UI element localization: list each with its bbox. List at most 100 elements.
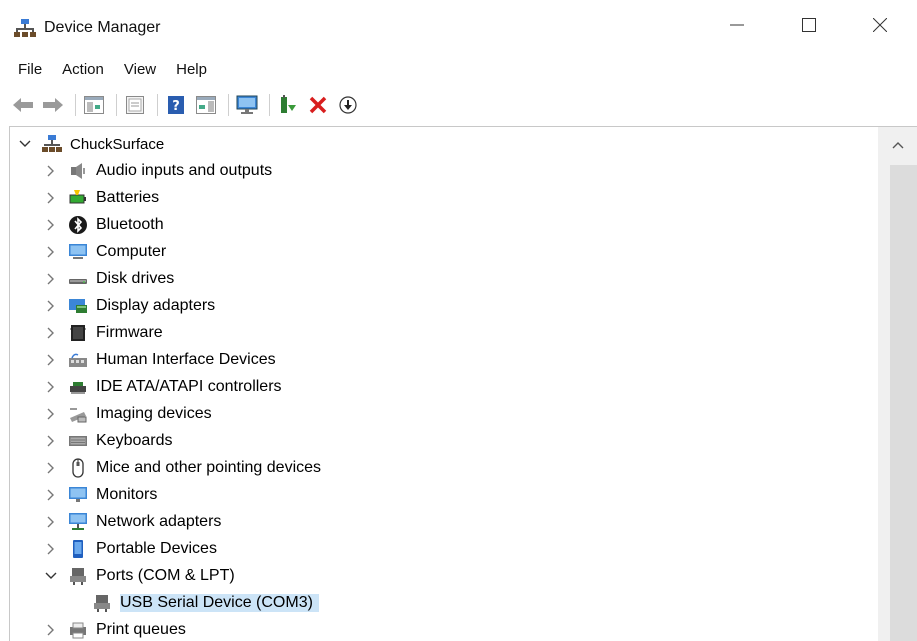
menu-action[interactable]: Action	[54, 57, 112, 82]
tree-category-label: Portable Devices	[96, 540, 217, 557]
action-pane-icon	[196, 96, 216, 114]
tree-category-label: Computer	[96, 243, 167, 260]
tree-category-human-interface-devices[interactable]: Human Interface Devices	[44, 347, 276, 373]
scroll-thumb[interactable]	[890, 165, 917, 641]
display-adapter-icon	[68, 296, 88, 316]
tree-category-label: Mice and other pointing devices	[96, 459, 322, 476]
chevron-right-icon[interactable]	[44, 623, 58, 637]
toolbar-separator	[116, 94, 117, 116]
scan-hardware-button[interactable]	[234, 93, 260, 117]
toolbar: ?	[0, 88, 917, 122]
update-driver-button[interactable]	[275, 93, 301, 117]
close-button[interactable]	[857, 8, 903, 42]
menu-bar: File Action View Help	[0, 54, 917, 84]
chevron-right-icon[interactable]	[44, 542, 58, 556]
back-button[interactable]	[10, 93, 36, 117]
show-hide-tree-button[interactable]	[81, 93, 107, 117]
tree-category-keyboards[interactable]: Keyboards	[44, 428, 173, 454]
firmware-icon	[68, 323, 88, 343]
bluetooth-icon	[68, 215, 88, 235]
chevron-down-icon[interactable]	[44, 569, 58, 583]
tree-category-disk-drives[interactable]: Disk drives	[44, 266, 174, 292]
tree-category-mice-and-other-pointing-devices[interactable]: Mice and other pointing devices	[44, 455, 321, 481]
device-tree[interactable]: ChuckSurface Audio inputs and outputs Bat…	[9, 126, 917, 641]
tree-category-label: Bluetooth	[96, 216, 164, 233]
chevron-right-icon[interactable]	[44, 245, 58, 259]
minimize-icon	[730, 24, 744, 26]
chevron-right-icon[interactable]	[44, 272, 58, 286]
menu-help[interactable]: Help	[168, 57, 215, 82]
update-driver-icon	[281, 95, 296, 113]
monitor-icon	[68, 485, 88, 505]
action-pane-button[interactable]	[193, 93, 219, 117]
scan-hardware-icon	[236, 95, 258, 114]
chevron-right-icon[interactable]	[44, 164, 58, 178]
battery-icon	[68, 188, 88, 208]
properties-button[interactable]	[122, 93, 148, 117]
maximize-button[interactable]	[786, 8, 832, 42]
chevron-right-icon[interactable]	[44, 515, 58, 529]
tree-category-computer[interactable]: Computer	[44, 239, 166, 265]
chevron-right-icon[interactable]	[44, 407, 58, 421]
scroll-up-button[interactable]	[878, 127, 917, 163]
toolbar-separator	[157, 94, 158, 116]
port-icon	[92, 593, 112, 613]
disable-device-button[interactable]	[335, 93, 361, 117]
computer-icon	[68, 242, 88, 262]
tree-category-monitors[interactable]: Monitors	[44, 482, 157, 508]
chevron-right-icon[interactable]	[44, 353, 58, 367]
tree-category-label: Print queues	[96, 621, 186, 638]
tree-category-label: Network adapters	[96, 513, 222, 530]
chevron-right-icon[interactable]	[44, 488, 58, 502]
tree-category-bluetooth[interactable]: Bluetooth	[44, 212, 164, 238]
tree-device-label: USB Serial Device (COM3)	[120, 594, 319, 612]
tree-category-network-adapters[interactable]: Network adapters	[44, 509, 221, 535]
title-bar: Device Manager	[0, 0, 917, 50]
toolbar-separator	[228, 94, 229, 116]
chevron-right-icon[interactable]	[44, 191, 58, 205]
back-icon	[13, 98, 33, 112]
tree-category-portable-devices[interactable]: Portable Devices	[44, 536, 217, 562]
chevron-right-icon[interactable]	[44, 299, 58, 313]
tree-category-ports-com-lpt[interactable]: Ports (COM & LPT)	[44, 563, 235, 589]
imaging-device-icon	[68, 404, 88, 424]
tree-category-label: Monitors	[96, 486, 158, 503]
tree-category-label: Audio inputs and outputs	[96, 162, 273, 179]
tree-category-label: Human Interface Devices	[96, 351, 276, 368]
print-queue-icon	[68, 620, 88, 640]
svg-text:?: ?	[172, 99, 180, 114]
disable-device-icon	[339, 96, 357, 114]
chevron-right-icon[interactable]	[44, 380, 58, 394]
ide-controller-icon	[68, 377, 88, 397]
chevron-right-icon[interactable]	[44, 326, 58, 340]
tree-category-label: IDE ATA/ATAPI controllers	[96, 378, 282, 395]
port-icon	[68, 566, 88, 586]
minimize-button[interactable]	[714, 8, 760, 42]
chevron-right-icon[interactable]	[44, 434, 58, 448]
uninstall-device-button[interactable]	[305, 93, 331, 117]
tree-category-imaging-devices[interactable]: Imaging devices	[44, 401, 212, 427]
tree-category-ide-ata-atapi-controllers[interactable]: IDE ATA/ATAPI controllers	[44, 374, 282, 400]
portable-device-icon	[68, 539, 88, 559]
chevron-down-icon[interactable]	[18, 137, 32, 151]
chevron-right-icon[interactable]	[44, 218, 58, 232]
uninstall-icon	[309, 96, 327, 114]
tree-category-label: Display adapters	[96, 297, 216, 314]
help-button[interactable]: ?	[163, 93, 189, 117]
tree-category-label: Imaging devices	[96, 405, 212, 422]
tree-category-audio-inputs-and-outputs[interactable]: Audio inputs and outputs	[44, 158, 272, 184]
speaker-icon	[68, 161, 88, 181]
tree-root[interactable]: ChuckSurface	[18, 131, 164, 157]
tree-device-usb-serial[interactable]: USB Serial Device (COM3)	[92, 590, 319, 616]
tree-category-firmware[interactable]: Firmware	[44, 320, 163, 346]
vertical-scrollbar[interactable]	[878, 127, 917, 641]
menu-file[interactable]: File	[10, 57, 50, 82]
tree-category-print-queues[interactable]: Print queues	[44, 617, 186, 641]
menu-view[interactable]: View	[116, 57, 164, 82]
tree-category-display-adapters[interactable]: Display adapters	[44, 293, 215, 319]
tree-category-label: Disk drives	[96, 270, 175, 287]
close-icon	[873, 18, 887, 32]
chevron-right-icon[interactable]	[44, 461, 58, 475]
forward-button[interactable]	[40, 93, 66, 117]
tree-category-batteries[interactable]: Batteries	[44, 185, 159, 211]
